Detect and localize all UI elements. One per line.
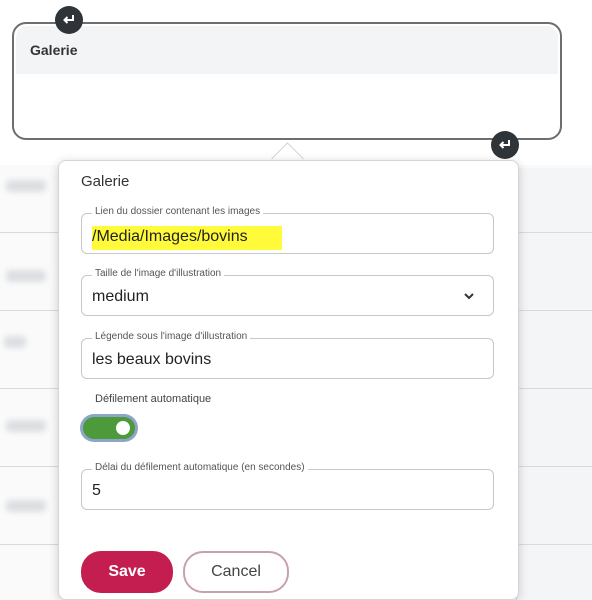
background-text-blur: [4, 336, 26, 348]
background-text-blur: [6, 420, 46, 432]
return-arrow-icon[interactable]: [55, 6, 83, 34]
caption-value[interactable]: les beaux bovins: [92, 351, 211, 369]
gallery-block-header: Galerie: [16, 26, 558, 74]
toggle-knob: [116, 421, 130, 435]
folder-link-label: Lien du dossier contenant les images: [92, 206, 264, 217]
cancel-button[interactable]: Cancel: [183, 551, 289, 593]
popup-title: Galerie: [81, 173, 130, 190]
chevron-down-icon[interactable]: [461, 288, 477, 304]
autoscroll-delay-field[interactable]: Délai du défilement automatique (en seco…: [81, 462, 494, 510]
background-text-blur: [6, 180, 46, 192]
image-size-value: medium: [92, 288, 149, 305]
caption-label: Légende sous l'image d'illustration: [92, 331, 251, 342]
gallery-block[interactable]: Galerie: [12, 22, 562, 140]
folder-link-value[interactable]: /Media/Images/bovins: [92, 226, 282, 250]
image-size-label: Taille de l'image d'illustration: [92, 268, 225, 279]
autoscroll-label: Défilement automatique: [95, 393, 212, 405]
background-text-blur: [6, 500, 46, 512]
autoscroll-toggle[interactable]: [83, 417, 135, 439]
background-text-blur: [6, 270, 46, 282]
autoscroll-delay-value[interactable]: 5: [92, 482, 101, 500]
image-size-select[interactable]: Taille de l'image d'illustration medium: [81, 268, 494, 316]
folder-link-field[interactable]: Lien du dossier contenant les images /Me…: [81, 206, 494, 254]
autoscroll-delay-label: Délai du défilement automatique (en seco…: [92, 462, 308, 473]
save-button[interactable]: Save: [81, 551, 173, 593]
gallery-block-title: Galerie: [30, 42, 78, 58]
caption-field[interactable]: Légende sous l'image d'illustration les …: [81, 331, 494, 379]
gallery-settings-popup: Galerie Lien du dossier contenant les im…: [58, 160, 519, 600]
return-arrow-icon[interactable]: [491, 131, 519, 159]
